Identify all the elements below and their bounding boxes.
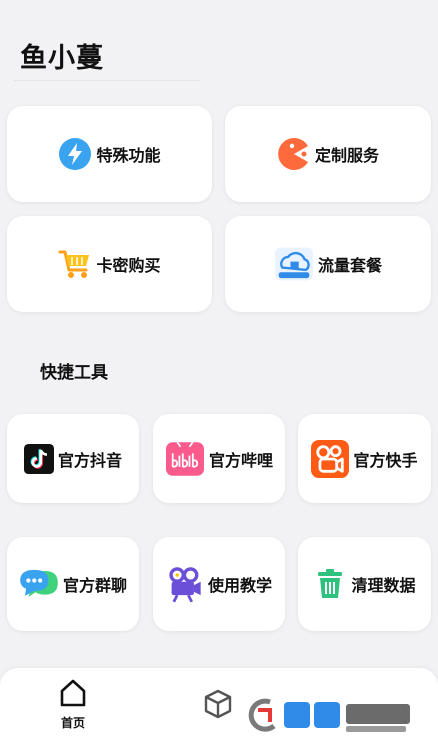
nav-home-label: 首页 xyxy=(60,716,85,730)
title-divider xyxy=(14,80,200,81)
tool-card-kuaishou[interactable]: 官方快手 xyxy=(298,414,431,503)
feature-card-purchase[interactable]: 卡密购买 xyxy=(7,216,212,312)
lightning-icon xyxy=(59,138,92,170)
kuaishou-icon xyxy=(311,439,350,478)
feature-card-special[interactable]: 特殊功能 xyxy=(7,106,212,202)
tool-label: 官方群聊 xyxy=(62,576,127,595)
tool-label: 官方抖音 xyxy=(57,450,122,470)
cloud-house-icon xyxy=(275,247,313,281)
tool-card-bilibili[interactable]: 官方哔哩 xyxy=(153,414,285,503)
feature-card-custom[interactable]: 定制服务 xyxy=(225,106,431,202)
feature-label: 流量套餐 xyxy=(317,256,382,275)
tool-card-group-chat[interactable]: 官方群聊 xyxy=(7,537,139,631)
nav-tab-home[interactable]: 首页 xyxy=(52,678,94,731)
chat-bubble-icon xyxy=(20,569,58,597)
app-title: 鱼小蔓 xyxy=(20,43,104,74)
tool-card-tutorial[interactable]: 使用教学 xyxy=(153,537,285,631)
trash-icon xyxy=(318,569,343,598)
nav-tab-tools[interactable] xyxy=(202,688,234,724)
video-camera-icon xyxy=(169,567,201,603)
cube-icon xyxy=(204,689,232,719)
tool-card-douyin[interactable]: 官方抖音 xyxy=(7,414,139,503)
shopping-cart-icon xyxy=(58,250,90,278)
feature-card-traffic[interactable]: 流量套餐 xyxy=(225,216,431,312)
bilibili-icon xyxy=(165,441,204,476)
tool-label: 使用教学 xyxy=(207,576,272,595)
section-title-quick-tools: 快捷工具 xyxy=(40,363,108,383)
tool-card-clear-data[interactable]: 清理数据 xyxy=(298,537,431,631)
watermark-logo xyxy=(240,694,418,738)
tool-label: 官方快手 xyxy=(353,450,418,470)
feature-label: 定制服务 xyxy=(314,146,379,165)
feature-label: 特殊功能 xyxy=(96,146,161,165)
tool-label: 官方哔哩 xyxy=(208,450,273,470)
pacman-icon xyxy=(278,138,308,170)
home-icon xyxy=(60,679,86,707)
tool-label: 清理数据 xyxy=(351,576,416,595)
feature-label: 卡密购买 xyxy=(96,256,161,275)
douyin-icon xyxy=(23,443,54,474)
